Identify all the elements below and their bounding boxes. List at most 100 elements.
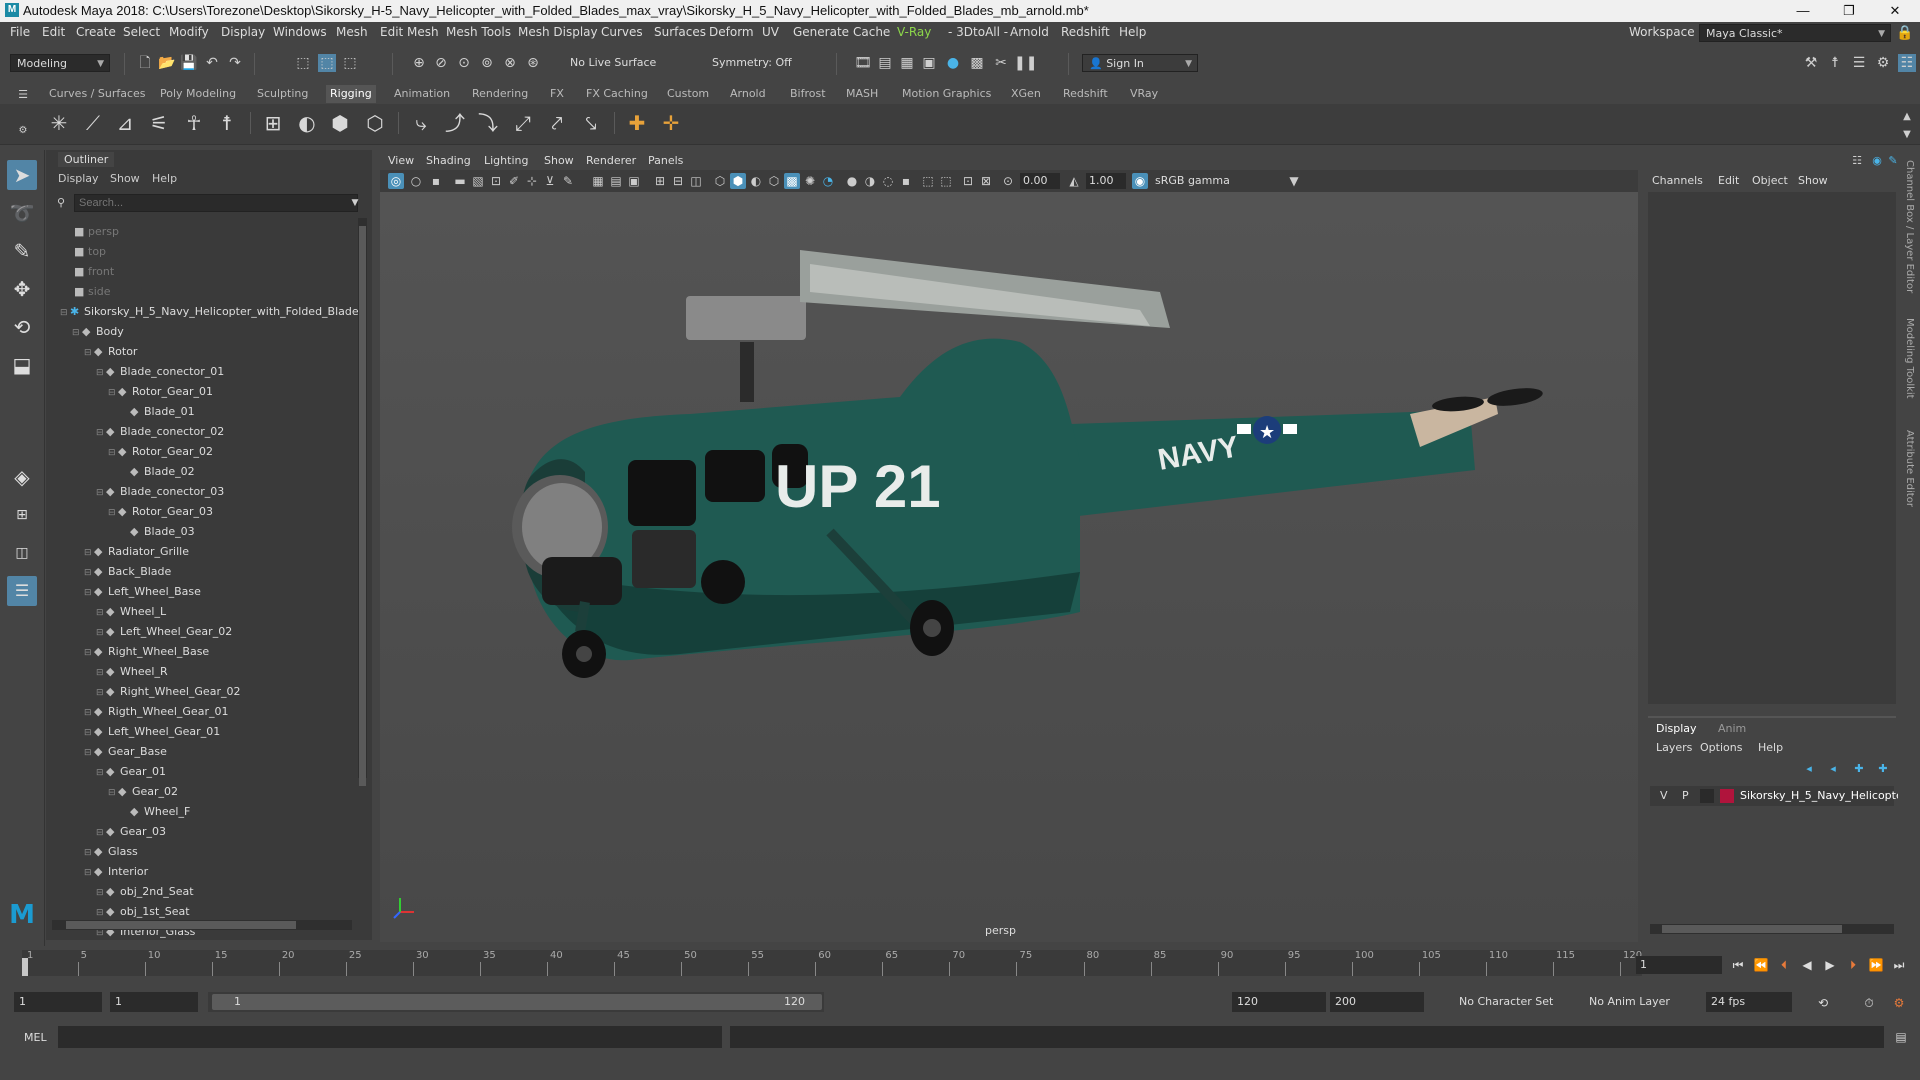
outliner-node[interactable]: ⊟ ◆ obj_2nd_Seat xyxy=(96,882,194,902)
go-to-end-icon[interactable]: ⏭ xyxy=(1890,957,1908,973)
helicopter-model[interactable]: UP 21 NAVY ★ xyxy=(380,192,1638,942)
viewport-menu-view[interactable]: View xyxy=(388,154,414,167)
outliner-node[interactable]: ⊟ ◆ Rotor xyxy=(84,342,137,362)
chevron-down-icon[interactable]: ▼ xyxy=(346,194,364,212)
use-all-lights-icon[interactable]: ▩ xyxy=(784,173,800,189)
safe-title-icon[interactable]: ⊞ xyxy=(652,173,668,189)
outliner-node[interactable]: ⊟ ◆ Radiator_Grille xyxy=(84,542,189,562)
menu-curves[interactable]: Curves xyxy=(601,25,643,39)
render-settings-icon[interactable]: ▣ xyxy=(920,54,938,72)
menu-select[interactable]: Select xyxy=(123,25,160,39)
expand-icon[interactable]: ⊟ xyxy=(84,703,94,723)
menu-uv[interactable]: UV xyxy=(762,25,779,39)
camera-node[interactable]: ■ side xyxy=(74,282,111,302)
expand-icon[interactable]: ⊟ xyxy=(84,863,94,883)
camera-node[interactable]: ■ persp xyxy=(74,222,119,242)
expand-icon[interactable]: ⊟ xyxy=(108,783,118,803)
expand-icon[interactable]: ⊟ xyxy=(96,483,106,503)
shadows-icon[interactable]: ✺ xyxy=(802,173,818,189)
default-material-icon[interactable]: ◐ xyxy=(748,173,764,189)
two-d-pan-icon[interactable]: ⊡ xyxy=(488,173,504,189)
expand-icon[interactable]: ⊟ xyxy=(96,363,106,383)
outliner-search-input[interactable] xyxy=(74,194,358,212)
xray-active-icon[interactable]: ⬚ xyxy=(938,173,954,189)
four-view-layout-icon[interactable]: ⊞ xyxy=(7,500,37,530)
outliner-node[interactable]: ◆ Blade_02 xyxy=(120,462,195,482)
menu-generate[interactable]: Generate xyxy=(793,25,849,39)
modeling-toolkit-icon[interactable]: ⚒ xyxy=(1802,54,1820,72)
layer-color-swatch[interactable] xyxy=(1720,789,1734,803)
sign-in-button[interactable]: 👤 Sign In ▼ xyxy=(1082,54,1198,72)
resolution-gate-icon[interactable]: ✎ xyxy=(560,173,576,189)
attribute-editor-tab[interactable]: Attribute Editor xyxy=(1904,430,1915,507)
color-management-icon[interactable]: ◉ xyxy=(1132,173,1148,189)
playback-end-field[interactable]: 120 xyxy=(1232,992,1326,1012)
joint-tool-icon[interactable]: ✳ xyxy=(46,110,72,136)
outliner-node[interactable]: ⊟ ◆ Left_Wheel_Gear_01 xyxy=(84,722,220,742)
lock-icon[interactable]: 🔒 xyxy=(1896,24,1914,42)
menu-edit-mesh[interactable]: Edit Mesh xyxy=(380,25,439,39)
menu-mesh-tools[interactable]: Mesh Tools xyxy=(446,25,511,39)
gamma-icon[interactable]: ◭ xyxy=(1066,173,1082,189)
channel-box-layer-editor-tab[interactable]: Channel Box / Layer Editor xyxy=(1904,160,1915,293)
preferences-icon[interactable]: ⚙ xyxy=(1890,995,1908,1011)
workspace-dropdown[interactable]: Maya Classic* ▼ xyxy=(1699,24,1891,42)
render-sequence-icon[interactable]: ▤ xyxy=(876,54,894,72)
shelf-tab-arnold[interactable]: Arnold xyxy=(730,87,766,100)
depth-of-field-icon[interactable]: ◌ xyxy=(880,173,896,189)
xray-joints-icon[interactable]: ⬚ xyxy=(920,173,936,189)
outliner-node[interactable]: ⊟ ◆ Back_Blade xyxy=(84,562,171,582)
shelf-tab-curves-surfaces[interactable]: Curves / Surfaces xyxy=(49,87,146,100)
animation-start-field[interactable]: 1 xyxy=(14,992,102,1012)
scrollbar-thumb[interactable] xyxy=(66,921,296,929)
menu-mesh[interactable]: Mesh xyxy=(336,25,368,39)
range-slider-handle[interactable]: 1 120 xyxy=(212,994,822,1010)
outliner-menu-help[interactable]: Help xyxy=(152,172,177,185)
bind-skin-icon[interactable]: ⊞ xyxy=(260,110,286,136)
render-current-icon[interactable]: 🎞 xyxy=(854,54,872,72)
chevron-down-icon[interactable]: ▼ xyxy=(1286,173,1302,189)
snap-grid-icon[interactable]: ⊕ xyxy=(410,54,428,72)
expand-icon[interactable]: ⊟ xyxy=(84,343,94,363)
animation-end-field[interactable]: 200 xyxy=(1330,992,1424,1012)
menu-arnold[interactable]: Arnold xyxy=(1010,25,1049,39)
bookmarks-icon[interactable]: ▬ xyxy=(452,173,468,189)
character-set-dropdown[interactable]: No Character Set xyxy=(1454,992,1580,1012)
outliner-menu-display[interactable]: Display xyxy=(58,172,99,185)
expand-icon[interactable]: ⊟ xyxy=(96,823,106,843)
select-tool-icon[interactable]: ➤ xyxy=(7,160,37,190)
menu-edit[interactable]: Edit xyxy=(42,25,65,39)
open-scene-icon[interactable]: 📂 xyxy=(158,54,176,72)
layers-menu[interactable]: Layers xyxy=(1656,741,1692,754)
outliner-hscrollbar[interactable] xyxy=(52,920,352,930)
expand-icon[interactable]: ⊟ xyxy=(96,603,106,623)
viewport-menu-shading[interactable]: Shading xyxy=(426,154,471,167)
parent-constraint-icon[interactable]: ⤴ xyxy=(442,110,468,136)
outliner-scrollbar[interactable] xyxy=(358,218,367,786)
show-menu[interactable]: Show xyxy=(1798,174,1828,187)
attribute-editor-icon[interactable]: ☰ xyxy=(1850,54,1868,72)
shelf-tab-rigging[interactable]: Rigging xyxy=(326,85,376,103)
menu-display[interactable]: Display xyxy=(221,25,265,39)
outliner-node[interactable]: ⊟ ✱ Sikorsky_H_5_Navy_Helicopter_with_Fold… xyxy=(60,302,364,322)
outliner-node[interactable]: ⊟ ◆ Rotor_Gear_02 xyxy=(108,442,213,462)
script-editor-icon[interactable]: ▤ xyxy=(1892,1028,1910,1046)
expand-icon[interactable]: ⊟ xyxy=(84,583,94,603)
outliner-node[interactable]: ⊟ ◆ Blade_conector_01 xyxy=(96,362,224,382)
object-menu[interactable]: Object xyxy=(1752,174,1788,187)
menu-redshift[interactable]: Redshift xyxy=(1061,25,1110,39)
field-chart-icon[interactable]: ▤ xyxy=(608,173,624,189)
wireframe-icon[interactable]: ◫ xyxy=(688,173,704,189)
symmetry-dropdown[interactable]: Symmetry: Off xyxy=(706,54,802,72)
step-back-frame-icon[interactable]: ⏴ xyxy=(1775,957,1793,973)
menu-3dtoall[interactable]: - 3DtoAll - xyxy=(948,25,1008,39)
frame-all-icon[interactable]: ⊡ xyxy=(960,173,976,189)
select-object-icon[interactable]: ⬚ xyxy=(318,54,336,72)
shelf-tab-bifrost[interactable]: Bifrost xyxy=(790,87,826,100)
expand-icon[interactable]: ⊟ xyxy=(96,683,106,703)
move-tool-icon[interactable]: ✥ xyxy=(7,274,37,304)
snap-curve-icon[interactable]: ⊘ xyxy=(432,54,450,72)
shelf-tab-animation[interactable]: Animation xyxy=(394,87,450,100)
aim-constraint-icon[interactable]: ⤤ xyxy=(544,110,570,136)
ambient-occlusion-icon[interactable]: ◔ xyxy=(820,173,836,189)
